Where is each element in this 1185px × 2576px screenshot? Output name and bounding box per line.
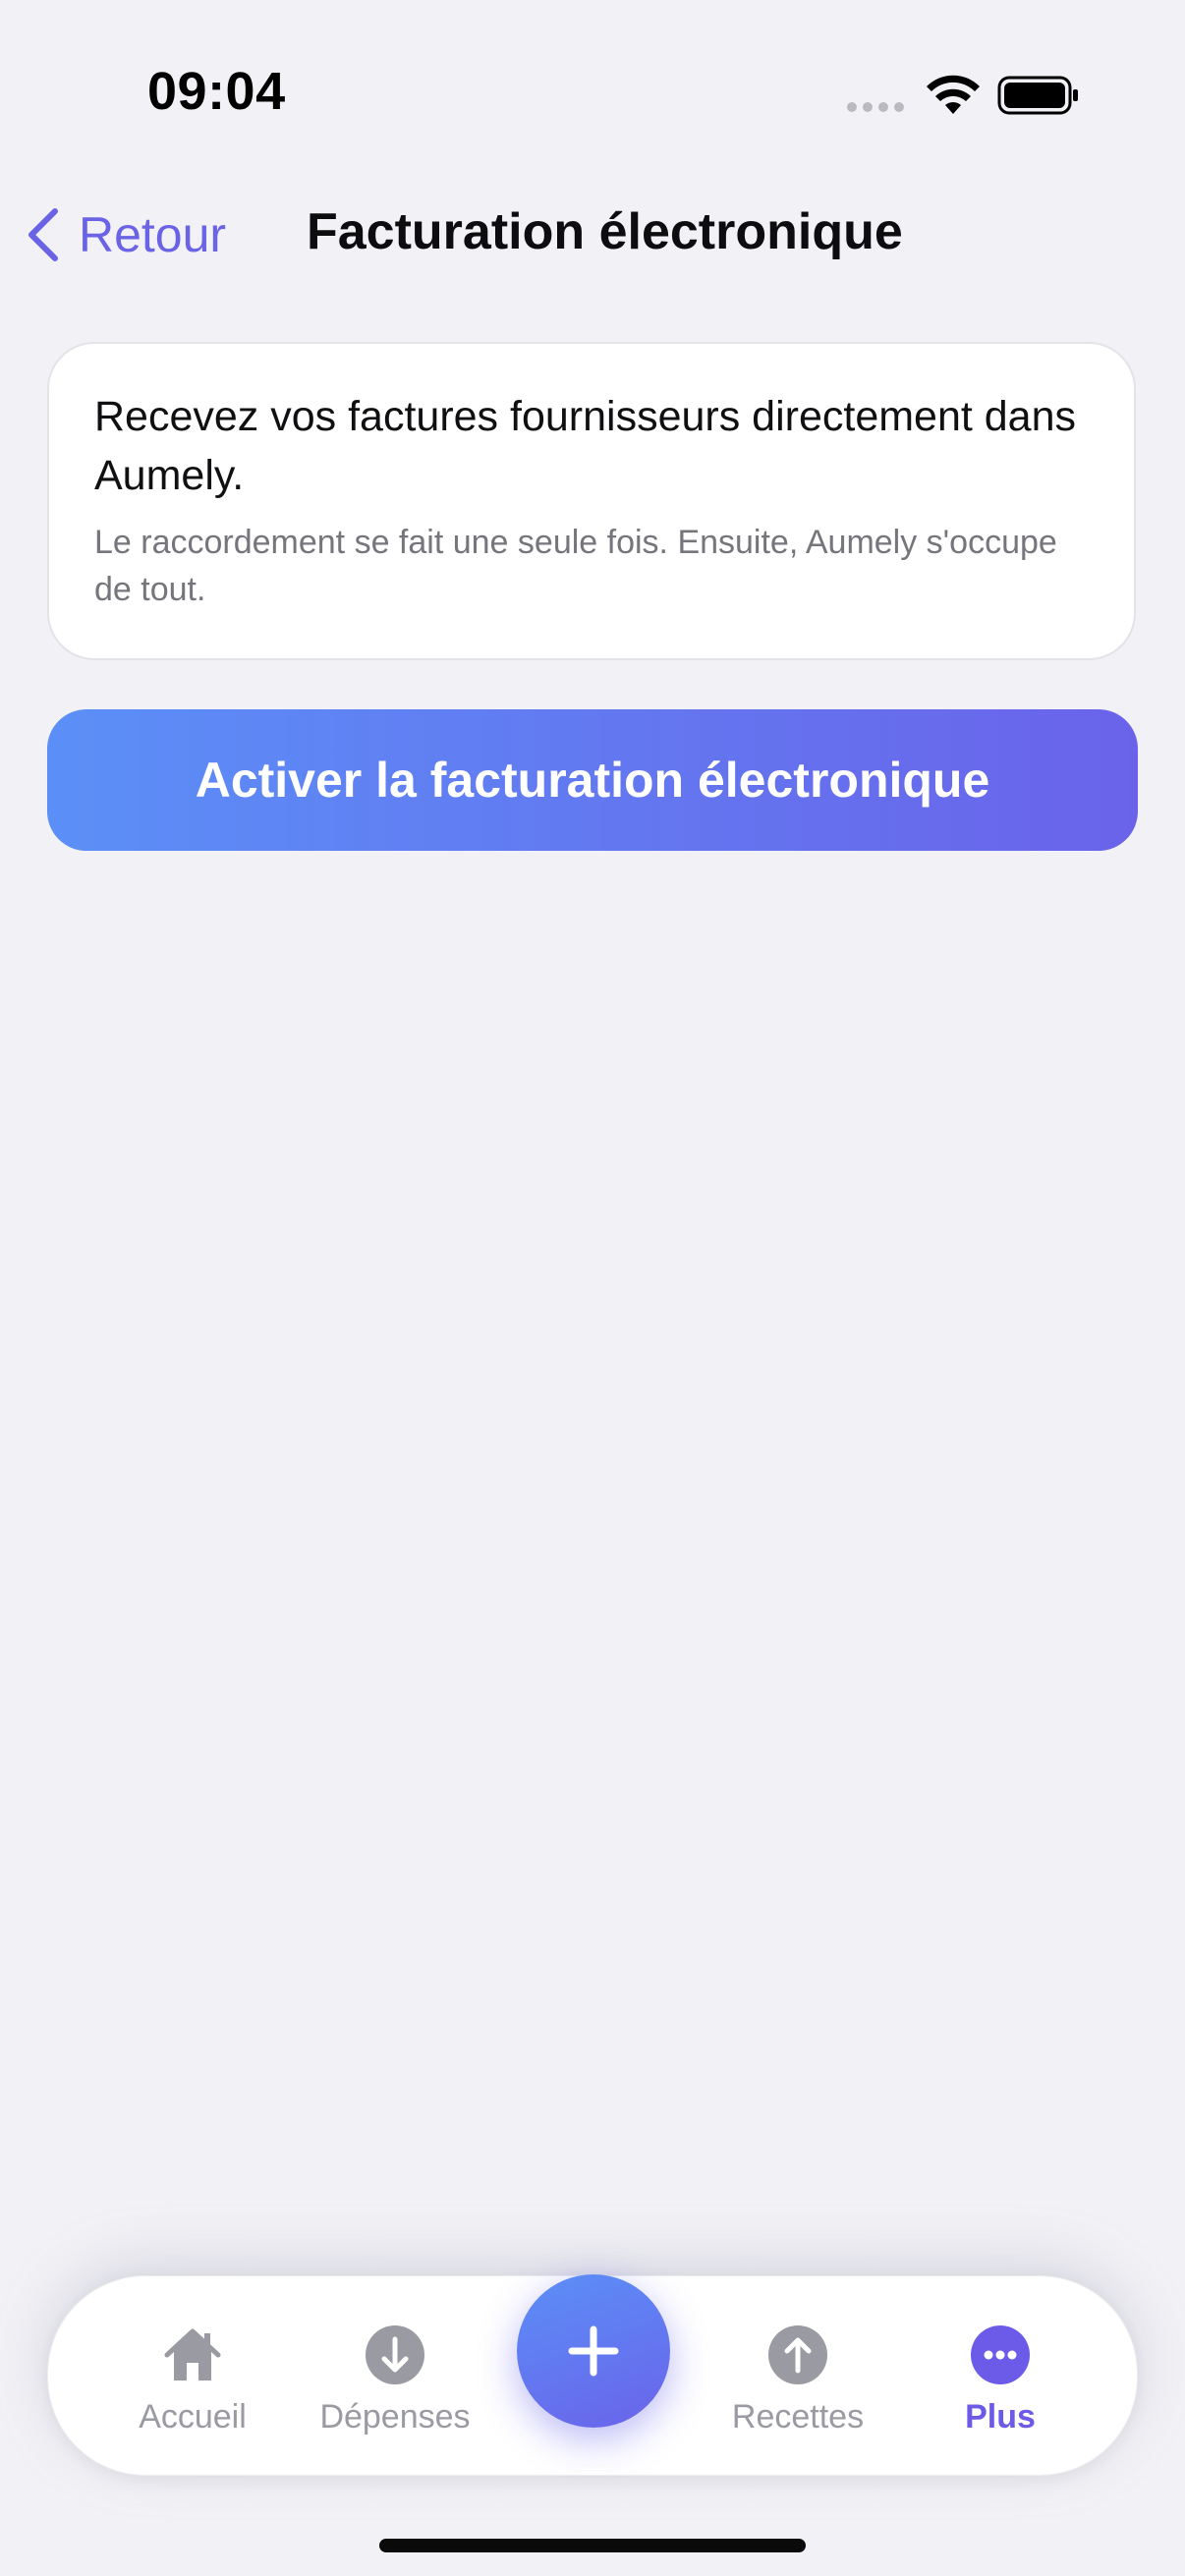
navigation-bar: Retour Facturation électronique xyxy=(0,187,1185,285)
home-indicator xyxy=(379,2539,806,2552)
plus-icon xyxy=(568,2325,619,2377)
ellipsis-circle-icon xyxy=(971,2325,1030,2384)
info-card: Recevez vos factures fournisseurs direct… xyxy=(47,342,1136,660)
back-button[interactable]: Retour xyxy=(22,200,226,269)
tab-label: Plus xyxy=(965,2398,1036,2436)
cellular-signal-icon xyxy=(847,102,904,112)
info-card-subtitle: Le raccordement se fait une seule fois. … xyxy=(94,524,1057,608)
tab-label: Dépenses xyxy=(319,2398,471,2436)
activate-e-invoicing-button[interactable]: Activer la facturation électronique xyxy=(47,709,1138,851)
add-button[interactable] xyxy=(517,2274,670,2428)
battery-icon xyxy=(997,76,1078,115)
tab-label: Recettes xyxy=(731,2398,865,2436)
back-label: Retour xyxy=(79,207,227,262)
status-time: 09:04 xyxy=(147,62,286,121)
tab-plus[interactable]: Plus xyxy=(907,2324,1094,2436)
info-card-title: Recevez vos factures fournisseurs direct… xyxy=(94,393,1077,499)
tab-accueil[interactable]: Accueil xyxy=(99,2324,286,2436)
tab-bar: Accueil Dépenses Recettes Plus xyxy=(47,2274,1138,2476)
status-bar: 09:04 xyxy=(0,0,1185,196)
chevron-left-icon xyxy=(28,208,58,261)
page-title: Facturation électronique xyxy=(307,203,903,260)
wifi-icon xyxy=(927,75,980,114)
tab-recettes[interactable]: Recettes xyxy=(705,2324,891,2436)
home-icon xyxy=(164,2328,221,2380)
arrow-down-circle-icon xyxy=(366,2325,424,2384)
tab-depenses[interactable]: Dépenses xyxy=(302,2324,488,2436)
arrow-up-circle-icon xyxy=(768,2325,827,2384)
tab-label: Accueil xyxy=(139,2398,247,2436)
